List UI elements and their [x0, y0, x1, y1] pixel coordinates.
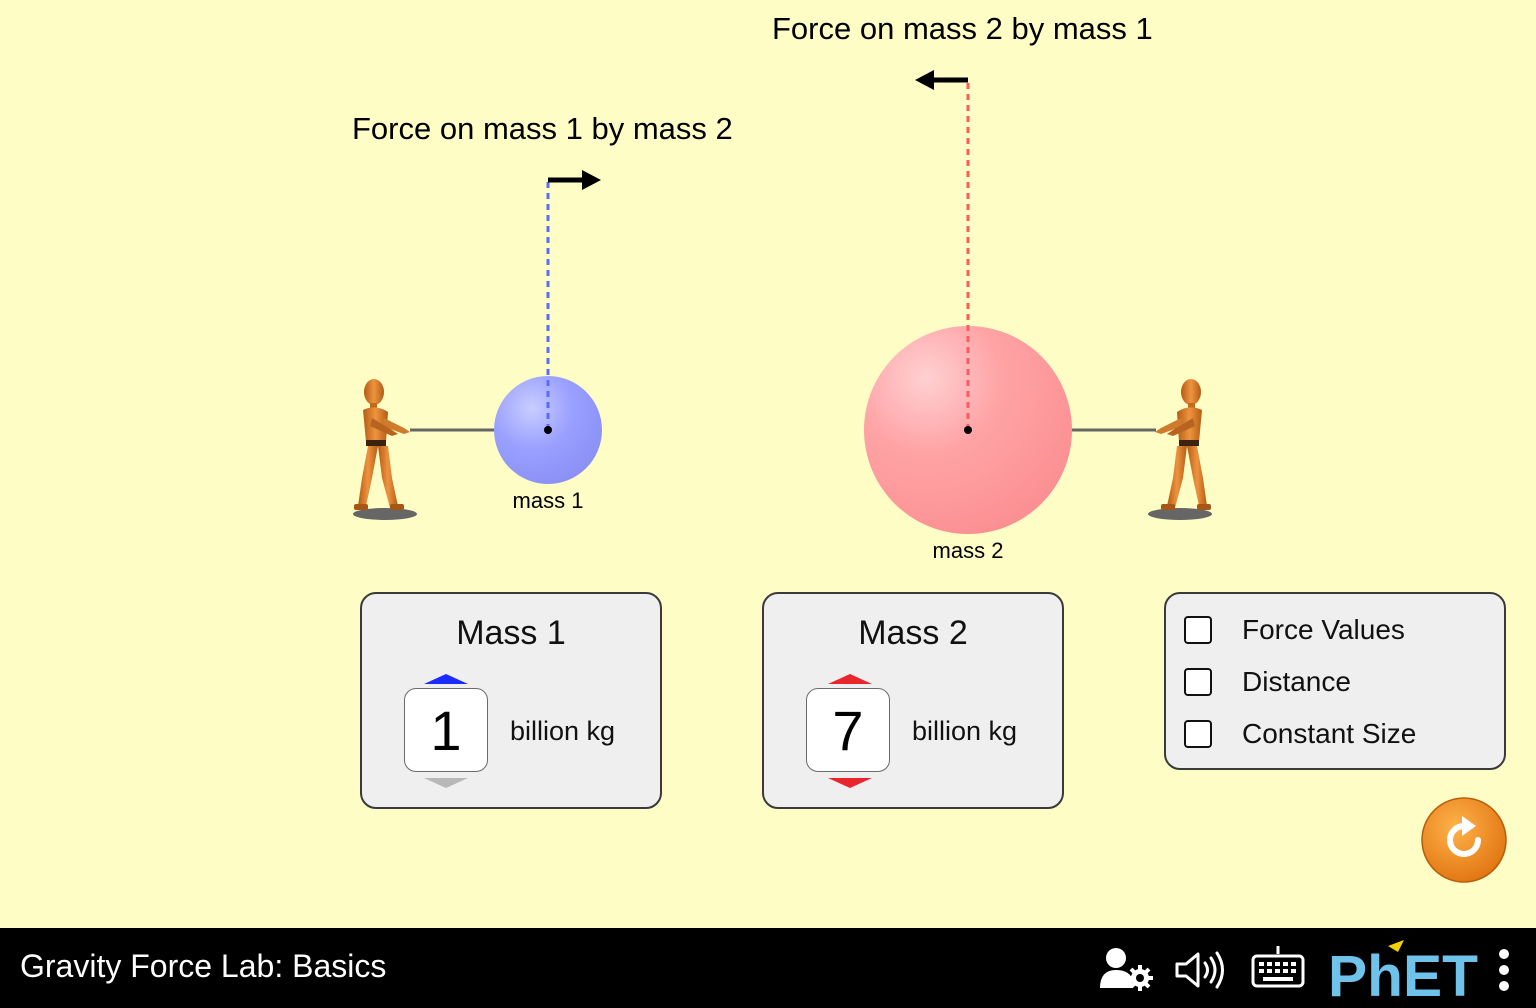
constant-size-label: Constant Size [1242, 718, 1417, 749]
mass1-center [544, 426, 552, 434]
phet-logo-graphic: PhET [1328, 940, 1478, 1008]
phet-logo[interactable]: PhET [1328, 936, 1488, 1008]
navigation-bar: Gravity Force Lab: Basics PhET [0, 928, 1536, 1008]
mass1-unit-label: billion kg [510, 716, 616, 746]
mass2-value-display: 7 [806, 688, 890, 772]
puller-left-figure [353, 379, 417, 520]
mass1-control-panel: Mass 1 1 billion kg [360, 592, 662, 809]
distance-checkbox-row[interactable]: Distance [1184, 664, 1351, 700]
distance-label: Distance [1242, 666, 1351, 697]
mass2-unit-label: billion kg [912, 716, 1018, 746]
mass1-force-arrow [548, 170, 601, 190]
mass1-label: mass 1 [512, 488, 584, 513]
sim-title: Gravity Force Lab: Basics [20, 948, 387, 984]
constant-size-checkbox-row[interactable]: Constant Size [1184, 716, 1416, 752]
force-values-checkbox[interactable] [1184, 616, 1212, 644]
mass2-control-panel: Mass 2 7 billion kg [762, 592, 1064, 809]
phet-logo-text: PhET [1328, 944, 1478, 1002]
constant-size-checkbox[interactable] [1184, 720, 1212, 748]
mass1-decrement-arrow[interactable] [424, 778, 468, 788]
keyboard-icon[interactable] [1250, 944, 1306, 990]
puller-right-figure [1148, 379, 1212, 520]
reset-all-button[interactable] [1420, 796, 1508, 884]
options-panel: Force Values Distance Constant Size [1164, 592, 1506, 770]
menu-icon[interactable] [1494, 946, 1514, 994]
mass2-force-arrow [915, 70, 968, 90]
mass2-center [964, 426, 972, 434]
mass1-panel-title: Mass 1 [456, 614, 566, 652]
mass2-decrement-arrow[interactable] [828, 778, 872, 788]
preferences-icon[interactable] [1098, 946, 1154, 992]
mass2-increment-arrow[interactable] [828, 674, 872, 684]
force-values-checkbox-row[interactable]: Force Values [1184, 612, 1405, 648]
audio-icon[interactable] [1174, 950, 1228, 990]
distance-checkbox[interactable] [1184, 668, 1212, 696]
force-values-label: Force Values [1242, 614, 1405, 645]
mass2-label: mass 2 [932, 538, 1004, 563]
mass2-panel-title: Mass 2 [858, 614, 968, 652]
mass1-increment-arrow[interactable] [424, 674, 468, 684]
mass1-value-display: 1 [404, 688, 488, 772]
